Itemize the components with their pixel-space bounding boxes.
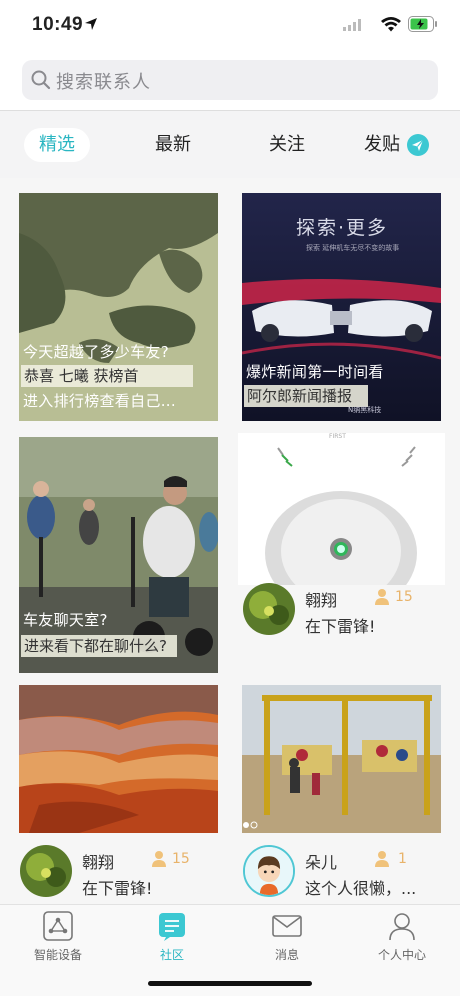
search-input[interactable]: 搜索联系人 [22,60,438,100]
leaderboard-highlight: 恭喜 七曦 获榜首 [21,365,193,387]
search-placeholder: 搜索联系人 [56,72,151,93]
like-icon[interactable] [373,850,391,868]
search-bar: 搜索联系人 [0,52,460,110]
mail-icon [272,915,302,937]
author-name[interactable]: 翱翔 [305,587,337,611]
author-name[interactable]: 朵儿 [305,849,337,873]
news-banner-subtitle: 探索 延伸机车无尽不变的故事 [306,244,400,252]
news-card[interactable]: 探索·更多 探索 延伸机车无尽不变的故事 爆炸新闻第一时间看 阿尔郎新闻播报 N… [242,193,441,421]
like-count: 15 [172,851,190,867]
chatroom-subtitle: 进来看下都在聊什么? [21,635,177,657]
news-title: 爆炸新闻第一时间看 [246,363,384,381]
leaderboard-card[interactable]: 今天超越了多少车友? 恭喜 七曦 获榜首 进入排行榜查看自己... [19,193,218,421]
author-name[interactable]: 翱翔 [82,849,114,873]
tab-featured[interactable]: 精选 [24,128,90,162]
playground-photo [242,685,441,833]
tab-bar-top: 精选 最新 关注 发贴 [0,111,460,178]
like-count: 1 [398,851,407,867]
tab-label: 社区 [159,948,184,962]
device-icon [43,911,73,941]
news-banner-title: 探索·更多 [296,217,389,239]
tab-profile[interactable]: 个人中心 [352,911,452,971]
avatar[interactable] [243,845,295,897]
like-icon[interactable] [150,850,168,868]
tab-label: 智能设备 [33,948,82,962]
like-icon[interactable] [373,588,391,606]
news-brand: N纳黑科技 [348,406,382,414]
search-icon [31,70,51,90]
tab-messages[interactable]: 消息 [237,911,337,971]
tab-label: 消息 [274,948,299,962]
chatroom-card[interactable]: 车友聊天室? 进来看下都在聊什么? [19,437,218,673]
post-card-playground[interactable]: 朵儿 1 这个人很懒，... [238,685,445,904]
canyon-photo [19,685,218,833]
like-count: 15 [395,589,413,605]
wifi-icon [381,17,401,32]
author-row: 朵儿 1 这个人很懒，... [238,835,445,904]
tab-smart-device[interactable]: 智能设备 [8,911,108,971]
tab-following[interactable]: 关注 [254,128,320,162]
status-bar: 10:49 [0,0,460,52]
avatar[interactable] [243,583,295,635]
location-arrow-icon [85,18,97,30]
status-time: 10:49 [32,14,84,35]
post-card-canyon[interactable]: 翱翔 15 在下雷锋! [15,685,222,904]
author-signature: 在下雷锋! [305,617,376,636]
send-icon[interactable] [407,134,429,156]
home-indicator [148,981,312,986]
chatroom-title: 车友聊天室? [23,611,108,629]
community-icon [159,913,185,941]
author-signature: 这个人很懒，... [305,879,417,898]
product-top-text: FIRST [329,433,346,440]
tab-latest[interactable]: 最新 [140,128,206,162]
author-row: 翱翔 15 在下雷锋! [238,573,445,645]
feed: 今天超越了多少车友? 恭喜 七曦 获榜首 进入排行榜查看自己... 探索·更多 … [0,178,460,904]
leaderboard-title: 今天超越了多少车友? [23,343,169,361]
signal-icon [343,19,361,31]
new-post-button[interactable]: 发贴 [352,128,412,162]
tab-label: 个人中心 [377,948,426,962]
news-highlight: 阿尔郎新闻播报 [244,385,368,407]
balance-scooter-image [238,433,445,585]
author-row: 翱翔 15 在下雷锋! [15,835,222,904]
avatar[interactable] [20,845,72,897]
battery-icon [408,16,437,32]
tab-community[interactable]: 社区 [122,911,222,971]
author-signature: 在下雷锋! [82,879,153,898]
post-card-product[interactable]: FIRST 翱翔 15 在下雷锋! [238,433,445,673]
person-icon [389,913,415,941]
leaderboard-subtitle: 进入排行榜查看自己... [23,392,176,410]
